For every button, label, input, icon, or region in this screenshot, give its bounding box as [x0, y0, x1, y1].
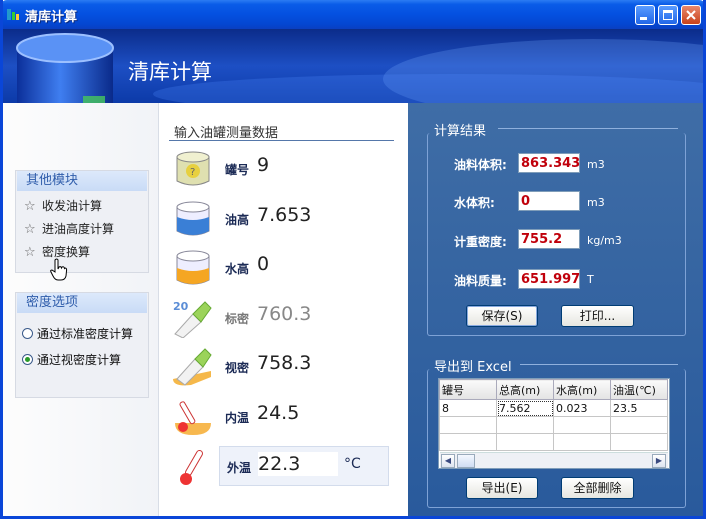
radio-apparent-density[interactable]: 通过视密度计算 [16, 347, 148, 373]
horizontal-scrollbar[interactable]: ◀ ▶ [440, 452, 668, 468]
maximize-button[interactable] [658, 5, 678, 25]
close-button[interactable] [681, 5, 701, 25]
oil-volume-label: 油料体积: [454, 158, 507, 172]
water-volume-label: 水体积: [454, 196, 495, 210]
hand-cursor-icon [50, 258, 68, 281]
water-volume-value: 0 [518, 191, 580, 211]
window-title: 清库计算 [25, 10, 78, 25]
inner-thermometer-icon [175, 401, 211, 435]
row-tank-number: ? 罐号 9 [171, 149, 387, 189]
outer-temperature-field[interactable]: 外温 22.3 °C [219, 446, 389, 486]
weight-density-label: 计重密度: [454, 235, 507, 249]
water-level-icon [176, 250, 210, 285]
delete-all-button[interactable]: 全部删除 [561, 477, 634, 499]
grid-cell[interactable]: 23.5 [610, 399, 668, 417]
oil-mass-label: 油料质量: [454, 274, 507, 288]
standard-density-value: 760.3 [257, 303, 312, 325]
oil-volume-value: 863.343 [518, 153, 580, 173]
grid-header-total-height[interactable]: 总高(m) [496, 379, 554, 400]
module-inflow-height[interactable]: ☆ 进油高度计算 [16, 218, 148, 241]
module-density-conversion[interactable]: ☆ 密度换算 [16, 241, 148, 264]
grid-cell[interactable]: 7.562 [496, 399, 554, 417]
app-icon [7, 9, 19, 20]
app-window: 清库计算 清库计算 其他模块 ☆ 收发油计算 ☆ 进油高度计算 ☆ 密度换算 密… [0, 0, 706, 519]
svg-text:?: ? [190, 167, 195, 178]
scroll-thumb[interactable] [457, 454, 475, 468]
hydrometer-20-icon: 20 [173, 300, 212, 338]
grid-header-water-height[interactable]: 水高(m) [553, 379, 611, 400]
star-icon: ☆ [24, 222, 36, 237]
row-standard-density: 20 标密 760.3 [171, 298, 387, 338]
other-modules-panel: 其他模块 ☆ 收发油计算 ☆ 进油高度计算 ☆ 密度换算 [15, 170, 149, 273]
print-button[interactable]: 打印... [561, 305, 634, 327]
grid-header-oil-temp[interactable]: 油温(℃) [610, 379, 668, 400]
title-bar[interactable]: 清库计算 [3, 0, 703, 29]
oil-level-icon [176, 201, 210, 236]
scroll-left-icon[interactable]: ◀ [441, 454, 455, 468]
row-apparent-density: 视密 758.3 [171, 347, 387, 387]
radio-standard-density[interactable]: 通过标准密度计算 [16, 321, 148, 347]
celsius-unit: °C [344, 456, 361, 472]
left-sidebar: 其他模块 ☆ 收发油计算 ☆ 进油高度计算 ☆ 密度换算 密度选项 通过标准密度… [3, 103, 158, 516]
oil-height-value[interactable]: 7.653 [257, 204, 311, 226]
svg-text:20: 20 [173, 300, 189, 313]
weight-density-value: 755.2 [518, 229, 580, 249]
row-water-height: 水高 0 [171, 248, 387, 288]
radio-button[interactable] [22, 328, 33, 339]
export-grid[interactable]: 罐号 总高(m) 水高(m) 油温(℃) 8 7.562 0.023 23.5 … [438, 378, 670, 469]
row-inner-temperature: 内温 24.5 [171, 397, 387, 437]
density-options-title: 密度选项 [17, 293, 147, 313]
minimize-icon [640, 17, 647, 20]
export-button[interactable]: 导出(E) [466, 477, 538, 499]
inner-temperature-value[interactable]: 24.5 [257, 402, 299, 424]
maximize-icon [663, 10, 673, 20]
grid-cell[interactable]: 8 [439, 399, 497, 417]
minimize-button[interactable] [635, 5, 655, 25]
star-icon: ☆ [24, 245, 36, 260]
outer-thermometer-icon [180, 449, 203, 485]
star-icon: ☆ [24, 199, 36, 214]
radio-button-selected[interactable] [22, 354, 33, 365]
other-modules-title: 其他模块 [17, 171, 147, 191]
row-oil-height: 油高 7.653 [171, 199, 387, 239]
tank-icon: ? [176, 151, 210, 186]
apparent-density-value[interactable]: 758.3 [257, 352, 311, 374]
input-title: 输入油罐测量数据 [174, 126, 279, 141]
tank-number-value[interactable]: 9 [257, 154, 269, 176]
density-options-panel: 密度选项 通过标准密度计算 通过视密度计算 [15, 292, 149, 398]
oil-mass-value: 651.997 [518, 269, 580, 289]
grid-cell[interactable]: 0.023 [553, 399, 611, 417]
table-row[interactable] [439, 416, 668, 434]
table-row[interactable] [439, 433, 668, 451]
module-receive-dispatch[interactable]: ☆ 收发油计算 [16, 195, 148, 218]
grid-header-tank[interactable]: 罐号 [439, 379, 497, 400]
scroll-right-icon[interactable]: ▶ [652, 454, 666, 468]
save-button[interactable]: 保存(S) [466, 305, 538, 327]
table-row[interactable]: 8 7.562 0.023 23.5 [439, 399, 668, 417]
header-title: 清库计算 [128, 60, 212, 84]
outer-temperature-input[interactable]: 22.3 [258, 452, 338, 476]
close-icon [686, 10, 696, 20]
hydrometer-icon [173, 348, 212, 386]
water-height-value[interactable]: 0 [257, 253, 269, 275]
